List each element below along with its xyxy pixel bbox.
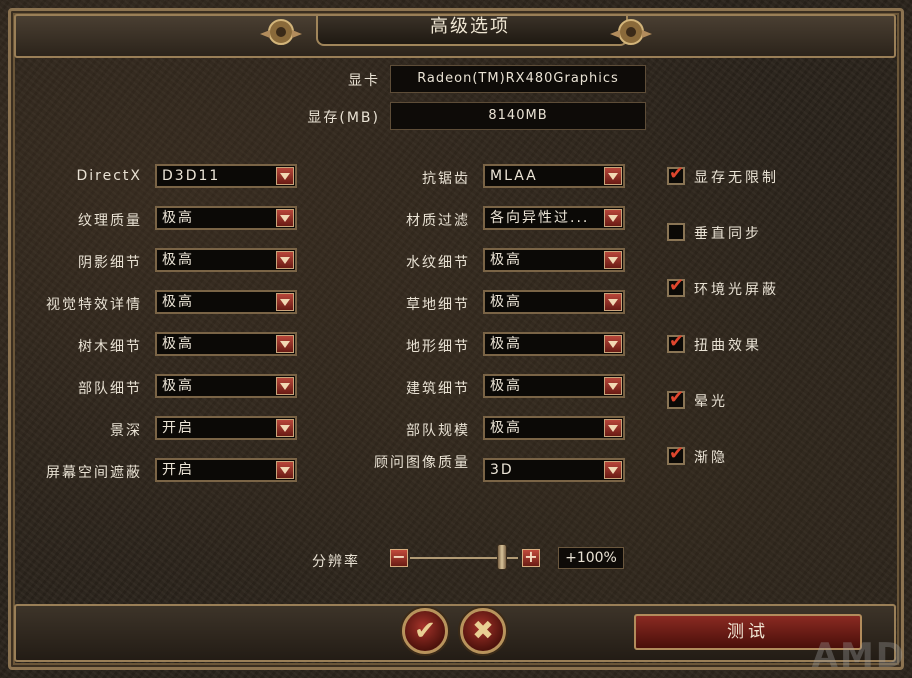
- mid_settings-dropdown-4[interactable]: 极高: [483, 332, 625, 356]
- left_settings-label-2: 阴影细节: [78, 255, 142, 271]
- vram-value: 8140MB: [390, 102, 646, 130]
- left-ornament-icon: [260, 19, 302, 45]
- left_settings-label-6: 景深: [110, 423, 142, 439]
- vram-label: 显存(MB): [307, 110, 380, 126]
- left_settings-dropdown-1[interactable]: 极高: [155, 206, 297, 230]
- left_settings-dropdown-5[interactable]: 极高: [155, 374, 297, 398]
- mid_settings-label-7: 顾问图像质量: [374, 455, 470, 471]
- checkmark-icon: ✔: [669, 331, 685, 352]
- mid_settings-label-4: 地形细节: [406, 339, 470, 355]
- confirm-button[interactable]: ✔: [402, 608, 448, 654]
- left_settings-label-7: 屏幕空间遮蔽: [46, 465, 142, 481]
- left_settings-dropdown-value-0: D3D11: [162, 168, 221, 184]
- chevron-down-icon[interactable]: [604, 293, 622, 311]
- mid_settings-dropdown-value-0: MLAA: [490, 168, 538, 184]
- left_settings-dropdown-value-1: 极高: [162, 210, 194, 226]
- resolution-value: +100%: [558, 547, 624, 569]
- checkbox-0[interactable]: ✔: [667, 163, 685, 185]
- left_settings-dropdown-value-5: 极高: [162, 378, 194, 394]
- checkbox-label-2: 环境光屏蔽: [694, 282, 779, 298]
- mid_settings-dropdown-value-5: 极高: [490, 378, 522, 394]
- mid_settings-dropdown-3[interactable]: 极高: [483, 290, 625, 314]
- chevron-down-icon[interactable]: [604, 335, 622, 353]
- mid_settings-dropdown-value-7: 3D: [490, 462, 514, 478]
- chevron-down-icon[interactable]: [604, 377, 622, 395]
- checkbox-label-3: 扭曲效果: [694, 338, 762, 354]
- chevron-down-icon[interactable]: [276, 209, 294, 227]
- left_settings-dropdown-value-7: 开启: [162, 462, 194, 478]
- resolution-increase-button[interactable]: +: [522, 549, 540, 567]
- checkbox-3[interactable]: ✔: [667, 331, 685, 353]
- left_settings-dropdown-0[interactable]: D3D11: [155, 164, 297, 188]
- watermark: AMD: [811, 636, 906, 676]
- checkbox-label-0: 显存无限制: [694, 170, 779, 186]
- mid_settings-dropdown-value-3: 极高: [490, 294, 522, 310]
- resolution-label: 分辨率: [312, 554, 360, 570]
- left_settings-label-1: 纹理质量: [78, 213, 142, 229]
- checkbox-label-1: 垂直同步: [694, 226, 762, 242]
- chevron-down-icon[interactable]: [276, 167, 294, 185]
- chevron-down-icon[interactable]: [276, 251, 294, 269]
- left_settings-dropdown-value-4: 极高: [162, 336, 194, 352]
- left_settings-dropdown-7[interactable]: 开启: [155, 458, 297, 482]
- mid_settings-dropdown-5[interactable]: 极高: [483, 374, 625, 398]
- checkbox-1[interactable]: [667, 223, 685, 241]
- mid_settings-label-1: 材质过滤: [406, 213, 470, 229]
- left_settings-dropdown-value-2: 极高: [162, 252, 194, 268]
- dialog-title: 高级选项: [430, 16, 510, 37]
- mid_settings-dropdown-6[interactable]: 极高: [483, 416, 625, 440]
- chevron-down-icon[interactable]: [276, 377, 294, 395]
- left_settings-label-3: 视觉特效详情: [46, 297, 142, 313]
- chevron-down-icon[interactable]: [604, 209, 622, 227]
- checkbox-label-4: 晕光: [694, 394, 728, 410]
- gpu-value: Radeon(TM)RX480Graphics: [390, 65, 646, 93]
- mid_settings-label-2: 水纹细节: [406, 255, 470, 271]
- mid_settings-label-5: 建筑细节: [406, 381, 470, 397]
- left_settings-dropdown-value-3: 极高: [162, 294, 194, 310]
- resolution-slider-thumb[interactable]: [496, 544, 507, 570]
- mid_settings-dropdown-7[interactable]: 3D: [483, 458, 625, 482]
- resolution-decrease-button[interactable]: −: [390, 549, 408, 567]
- mid_settings-dropdown-value-2: 极高: [490, 252, 522, 268]
- chevron-down-icon[interactable]: [604, 167, 622, 185]
- chevron-down-icon[interactable]: [276, 335, 294, 353]
- chevron-down-icon[interactable]: [604, 461, 622, 479]
- advanced-options-dialog: 高级选项 显卡 Radeon(TM)RX480Graphics 显存(MB) 8…: [0, 0, 912, 678]
- chevron-down-icon[interactable]: [276, 293, 294, 311]
- mid_settings-dropdown-value-1: 各向异性过...: [490, 210, 590, 226]
- chevron-down-icon[interactable]: [604, 251, 622, 269]
- left_settings-dropdown-4[interactable]: 极高: [155, 332, 297, 356]
- checkbox-label-5: 渐隐: [694, 450, 728, 466]
- mid_settings-label-3: 草地细节: [406, 297, 470, 313]
- left_settings-label-4: 树木细节: [78, 339, 142, 355]
- left_settings-dropdown-3[interactable]: 极高: [155, 290, 297, 314]
- mid_settings-dropdown-value-4: 极高: [490, 336, 522, 352]
- left_settings-dropdown-value-6: 开启: [162, 420, 194, 436]
- mid_settings-dropdown-0[interactable]: MLAA: [483, 164, 625, 188]
- checkmark-icon: ✔: [414, 616, 436, 646]
- left_settings-label-0: DirectX: [76, 168, 142, 184]
- chevron-down-icon[interactable]: [276, 461, 294, 479]
- mid_settings-label-0: 抗锯齿: [422, 171, 470, 187]
- mid_settings-dropdown-1[interactable]: 各向异性过...: [483, 206, 625, 230]
- checkmark-icon: ✔: [669, 163, 685, 184]
- checkmark-icon: ✔: [669, 443, 685, 464]
- checkbox-5[interactable]: ✔: [667, 443, 685, 465]
- mid_settings-dropdown-2[interactable]: 极高: [483, 248, 625, 272]
- checkbox-4[interactable]: ✔: [667, 387, 685, 409]
- checkbox-2[interactable]: ✔: [667, 275, 685, 297]
- chevron-down-icon[interactable]: [276, 419, 294, 437]
- mid_settings-label-6: 部队规模: [406, 423, 470, 439]
- left_settings-dropdown-2[interactable]: 极高: [155, 248, 297, 272]
- left_settings-dropdown-6[interactable]: 开启: [155, 416, 297, 440]
- chevron-down-icon[interactable]: [604, 419, 622, 437]
- left_settings-label-5: 部队细节: [78, 381, 142, 397]
- cancel-button[interactable]: ✖: [460, 608, 506, 654]
- checkmark-icon: ✔: [669, 387, 685, 408]
- close-icon: ✖: [472, 616, 494, 646]
- mid_settings-dropdown-value-6: 极高: [490, 420, 522, 436]
- gpu-label: 显卡: [348, 73, 380, 89]
- checkmark-icon: ✔: [669, 275, 685, 296]
